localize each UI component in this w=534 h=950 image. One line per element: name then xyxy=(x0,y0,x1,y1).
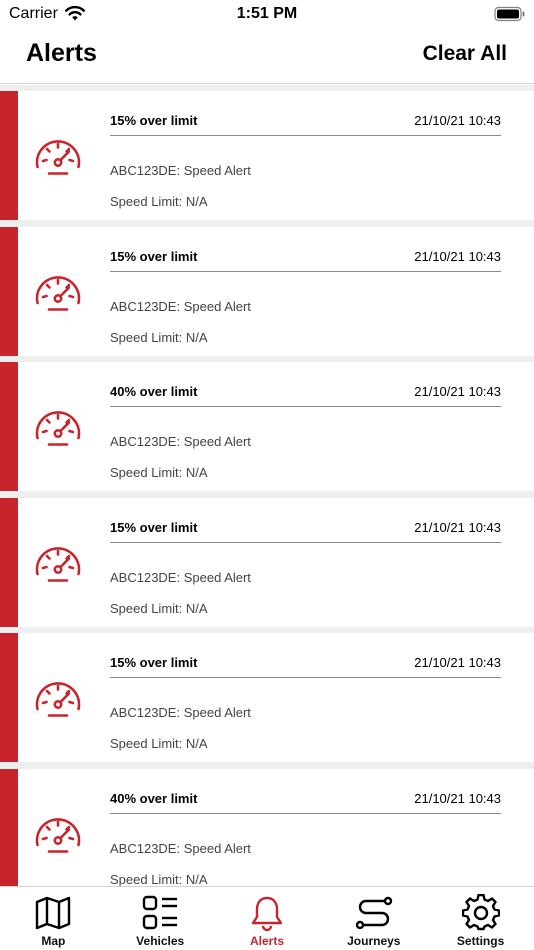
alert-divider xyxy=(110,677,501,678)
alert-timestamp: 21/10/21 10:43 xyxy=(414,113,501,128)
alert-speed-limit: Speed Limit: N/A xyxy=(110,736,208,751)
vehicles-list-icon xyxy=(142,895,178,930)
navigation-header: Alerts Clear All xyxy=(0,30,534,84)
tab-alerts[interactable]: Alerts xyxy=(214,887,321,950)
alert-description: ABC123DE: Speed Alert xyxy=(110,705,251,720)
alert-description: ABC123DE: Speed Alert xyxy=(110,298,251,314)
alert-card[interactable]: 15% over limit 21/10/21 10:43 ABC123DE: … xyxy=(0,497,534,627)
alert-speed-limit: Speed Limit: N/A xyxy=(110,465,208,480)
tab-journeys[interactable]: Journeys xyxy=(320,887,427,950)
tab-label: Journeys xyxy=(347,934,401,948)
alert-severity-stripe xyxy=(0,91,18,220)
alerts-list[interactable]: 15% over limit 21/10/21 10:43 ABC123DE: … xyxy=(0,85,534,886)
speedometer-icon xyxy=(35,682,81,717)
alert-timestamp: 21/10/21 10:43 xyxy=(414,519,501,535)
alert-description: ABC123DE: Speed Alert xyxy=(110,840,251,856)
alert-card[interactable]: 15% over limit 21/10/21 10:43 ABC123DE: … xyxy=(0,633,534,762)
tab-map[interactable]: Map xyxy=(0,887,107,950)
alert-description: ABC123DE: Speed Alert xyxy=(110,434,251,449)
tab-vehicles[interactable]: Vehicles xyxy=(107,887,214,950)
alert-speed-limit: Speed Limit: N/A xyxy=(110,871,208,887)
alert-divider xyxy=(110,541,501,543)
tab-label: Alerts xyxy=(249,934,284,948)
alert-divider xyxy=(110,135,501,136)
alert-speed-limit: Speed Limit: N/A xyxy=(110,194,208,209)
alert-title: 40% over limit xyxy=(110,790,198,806)
speedometer-icon xyxy=(35,546,81,582)
alert-severity-stripe xyxy=(0,497,18,627)
status-time: 1:51 PM xyxy=(236,5,298,22)
alert-card[interactable]: 40% over limit 21/10/21 10:43 ABC123DE: … xyxy=(0,768,534,887)
alert-severity-stripe xyxy=(0,768,18,886)
alert-severity-stripe xyxy=(0,226,18,356)
alert-divider xyxy=(110,812,501,814)
alert-title: 15% over limit xyxy=(110,655,198,670)
route-icon xyxy=(355,896,392,930)
speedometer-icon xyxy=(35,140,81,175)
alert-divider xyxy=(110,406,501,407)
alert-speed-limit: Speed Limit: N/A xyxy=(110,329,208,345)
alert-severity-stripe xyxy=(0,633,18,762)
tab-label: Settings xyxy=(456,934,505,948)
alert-description: ABC123DE: Speed Alert xyxy=(110,569,251,585)
status-bar: Carrier 1:51 PM xyxy=(0,0,534,30)
alert-title: 15% over limit xyxy=(110,113,198,128)
alert-speed-limit: Speed Limit: N/A xyxy=(110,600,208,616)
alert-timestamp: 21/10/21 10:43 xyxy=(414,248,501,264)
tab-label: Map xyxy=(41,934,66,948)
alert-severity-stripe xyxy=(0,362,18,491)
battery-icon xyxy=(494,6,525,22)
alert-timestamp: 21/10/21 10:43 xyxy=(414,790,501,806)
speedometer-icon xyxy=(35,275,81,311)
alert-description: ABC123DE: Speed Alert xyxy=(110,163,251,178)
alert-title: 15% over limit xyxy=(110,248,198,264)
alert-card[interactable]: 40% over limit 21/10/21 10:43 ABC123DE: … xyxy=(0,362,534,491)
alert-timestamp: 21/10/21 10:43 xyxy=(414,655,501,670)
alert-timestamp: 21/10/21 10:43 xyxy=(414,384,501,399)
tab-bar: Map Vehicles Alerts Journeys Settings xyxy=(0,886,534,950)
page-title: Alerts xyxy=(26,39,97,67)
alert-title: 40% over limit xyxy=(110,384,198,399)
alert-card[interactable]: 15% over limit 21/10/21 10:43 ABC123DE: … xyxy=(0,226,534,356)
alert-card[interactable]: 15% over limit 21/10/21 10:43 ABC123DE: … xyxy=(0,91,534,220)
alert-divider xyxy=(110,270,501,272)
clear-all-button[interactable]: Clear All xyxy=(423,42,507,66)
map-icon xyxy=(36,896,71,930)
gear-icon xyxy=(461,894,500,931)
speedometer-icon xyxy=(35,411,81,446)
alert-title: 15% over limit xyxy=(110,519,198,535)
speedometer-icon xyxy=(35,817,81,853)
bell-icon xyxy=(251,896,283,932)
tab-settings[interactable]: Settings xyxy=(427,887,534,950)
tab-label: Vehicles xyxy=(136,934,185,948)
